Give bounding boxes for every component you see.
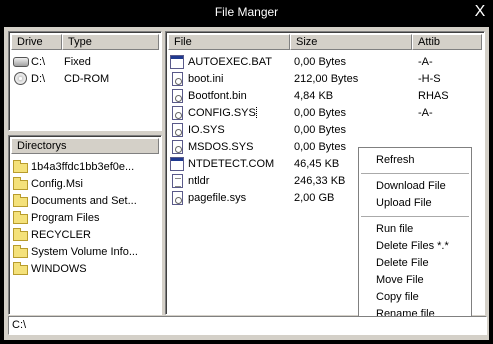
menu-item-delete-files-all[interactable]: Delete Files *.* bbox=[359, 238, 471, 255]
menu-item-upload-file[interactable]: Upload File bbox=[359, 195, 471, 212]
file-name: AUTOEXEC.BAT bbox=[188, 55, 272, 68]
client-area: Drive Type C:\ Fixed D:\ CD-ROM Director… bbox=[4, 27, 489, 340]
file-size: 212,00 Bytes bbox=[294, 72, 359, 85]
file-name: IO.SYS bbox=[188, 123, 225, 136]
directory-item[interactable]: WINDOWS bbox=[13, 260, 159, 277]
config-file-icon bbox=[170, 139, 186, 154]
cdrom-icon bbox=[13, 71, 29, 86]
directory-list: 1b4a3ffdc1bb3ef0e... Config.Msi Document… bbox=[13, 158, 159, 277]
hard-drive-icon bbox=[13, 55, 29, 69]
menu-separator bbox=[361, 173, 469, 174]
drives-panel: Drive Type C:\ Fixed D:\ CD-ROM bbox=[8, 31, 162, 131]
file-attrib: -A- bbox=[418, 55, 433, 68]
file-row[interactable]: boot.ini 212,00 Bytes -H-S bbox=[170, 70, 482, 87]
menu-item-delete-file[interactable]: Delete File bbox=[359, 255, 471, 272]
menu-item-refresh[interactable]: Refresh bbox=[359, 152, 471, 169]
config-file-icon bbox=[170, 71, 186, 86]
directory-item[interactable]: System Volume Info... bbox=[13, 243, 159, 260]
text-file-icon bbox=[170, 173, 186, 188]
directories-panel: Directorys 1b4a3ffdc1bb3ef0e... Config.M… bbox=[8, 135, 162, 315]
file-manager-window: File Manger X Drive Type C:\ Fixed D:\ C… bbox=[0, 0, 493, 344]
size-column-header[interactable]: Size bbox=[290, 34, 412, 50]
config-file-icon bbox=[170, 105, 186, 120]
file-size: 0,00 Bytes bbox=[294, 106, 346, 119]
folder-icon bbox=[13, 244, 29, 259]
directory-label: Documents and Set... bbox=[31, 194, 137, 207]
menu-item-move-file[interactable]: Move File bbox=[359, 272, 471, 289]
file-name: Bootfont.bin bbox=[188, 89, 247, 102]
file-size: 4,84 KB bbox=[294, 89, 334, 102]
files-header: File Size Attib bbox=[168, 34, 482, 50]
directory-item[interactable]: Documents and Set... bbox=[13, 192, 159, 209]
config-file-icon bbox=[170, 190, 186, 205]
menu-item-download-file[interactable]: Download File bbox=[359, 178, 471, 195]
drive-type: CD-ROM bbox=[64, 72, 110, 85]
window-title: File Manger bbox=[214, 5, 279, 19]
context-menu: Refresh Download File Upload File Run fi… bbox=[358, 147, 472, 322]
directory-label: RECYCLER bbox=[31, 228, 91, 241]
directories-header: Directorys bbox=[11, 138, 159, 154]
directory-label: Program Files bbox=[31, 211, 100, 224]
file-row-selected[interactable]: CONFIG.SYS 0,00 Bytes -A- bbox=[170, 104, 482, 121]
file-name: CONFIG.SYS bbox=[188, 106, 257, 119]
directory-item[interactable]: Config.Msi bbox=[13, 175, 159, 192]
file-name: NTDETECT.COM bbox=[188, 157, 275, 170]
menu-item-copy-file[interactable]: Copy file bbox=[359, 289, 471, 306]
directory-item[interactable]: RECYCLER bbox=[13, 226, 159, 243]
attrib-column-header[interactable]: Attib bbox=[412, 34, 482, 50]
folder-icon bbox=[13, 193, 29, 208]
file-attrib: -H-S bbox=[418, 72, 441, 85]
folder-icon bbox=[13, 210, 29, 225]
directory-label: WINDOWS bbox=[31, 262, 87, 275]
file-name: MSDOS.SYS bbox=[188, 140, 254, 153]
config-file-icon bbox=[170, 88, 186, 103]
folder-icon bbox=[13, 261, 29, 276]
close-button[interactable]: X bbox=[471, 3, 489, 21]
drive-row[interactable]: D:\ CD-ROM bbox=[13, 70, 159, 87]
file-name: pagefile.sys bbox=[188, 191, 247, 204]
file-attrib: RHAS bbox=[418, 89, 449, 102]
drive-list: C:\ Fixed D:\ CD-ROM bbox=[13, 53, 159, 87]
file-column-header[interactable]: File bbox=[168, 34, 290, 50]
batch-file-icon bbox=[170, 54, 186, 69]
file-row[interactable]: AUTOEXEC.BAT 0,00 Bytes -A- bbox=[170, 53, 482, 70]
application-icon bbox=[170, 156, 186, 171]
directory-item[interactable]: Program Files bbox=[13, 209, 159, 226]
directorys-column-header[interactable]: Directorys bbox=[11, 138, 159, 154]
drive-type: Fixed bbox=[64, 55, 91, 68]
path-bar[interactable]: C:\ bbox=[8, 316, 487, 335]
menu-item-run-file[interactable]: Run file bbox=[359, 221, 471, 238]
file-name: ntldr bbox=[188, 174, 210, 187]
drive-name: D:\ bbox=[31, 72, 46, 85]
folder-icon bbox=[13, 159, 29, 174]
folder-icon bbox=[13, 176, 29, 191]
drive-row[interactable]: C:\ Fixed bbox=[13, 53, 159, 70]
file-name: boot.ini bbox=[188, 72, 224, 85]
directory-label: 1b4a3ffdc1bb3ef0e... bbox=[31, 160, 135, 173]
file-row[interactable]: IO.SYS 0,00 Bytes bbox=[170, 121, 482, 138]
file-size: 0,00 Bytes bbox=[294, 55, 346, 68]
directory-label: System Volume Info... bbox=[31, 245, 138, 258]
drive-column-header[interactable]: Drive bbox=[11, 34, 62, 50]
drives-header: Drive Type bbox=[11, 34, 159, 50]
file-size: 0,00 Bytes bbox=[294, 123, 346, 136]
title-bar[interactable]: File Manger X bbox=[0, 0, 493, 24]
file-name-container: CONFIG.SYS bbox=[188, 106, 294, 119]
folder-icon bbox=[13, 227, 29, 242]
drive-name: C:\ bbox=[31, 55, 46, 68]
file-attrib: -A- bbox=[418, 106, 433, 119]
directory-item[interactable]: 1b4a3ffdc1bb3ef0e... bbox=[13, 158, 159, 175]
directory-label: Config.Msi bbox=[31, 177, 83, 190]
type-column-header[interactable]: Type bbox=[62, 34, 159, 50]
file-row[interactable]: Bootfont.bin 4,84 KB RHAS bbox=[170, 87, 482, 104]
menu-separator bbox=[361, 216, 469, 217]
config-file-icon bbox=[170, 122, 186, 137]
